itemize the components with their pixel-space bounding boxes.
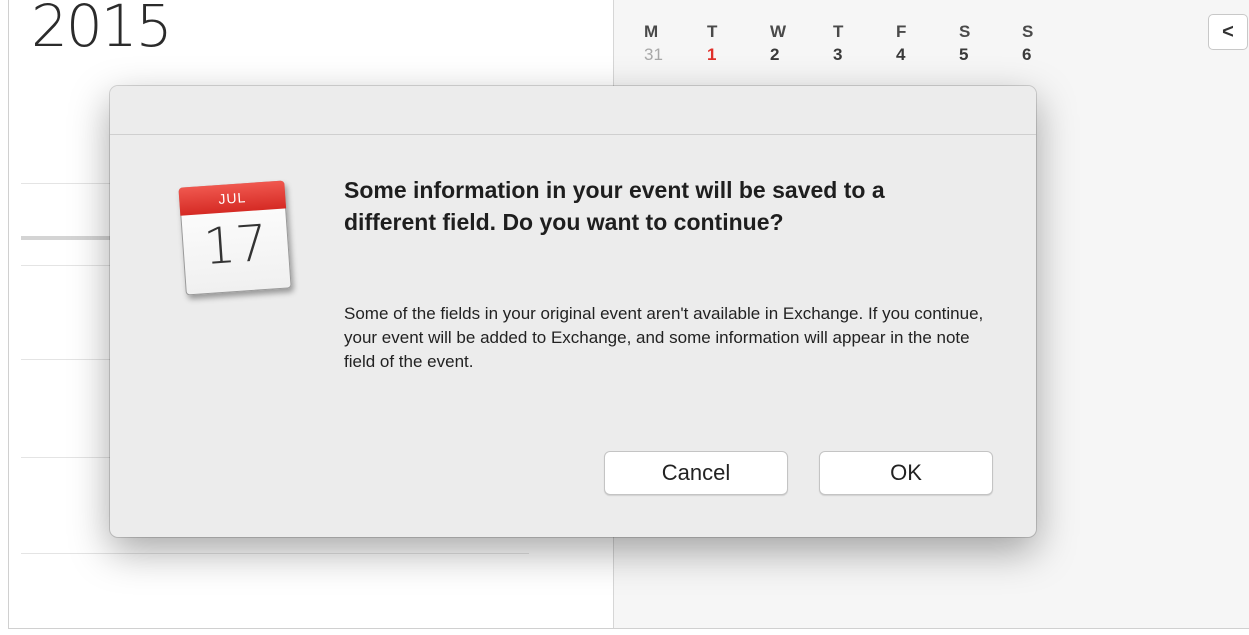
day-cell[interactable]: 6 bbox=[1016, 45, 1079, 68]
divider bbox=[21, 359, 119, 360]
dialog-message: Some of the fields in your original even… bbox=[344, 304, 984, 371]
day-cell[interactable]: 31 bbox=[638, 45, 701, 68]
ok-button[interactable]: OK bbox=[819, 451, 993, 495]
dialog-titlebar bbox=[110, 86, 1036, 135]
weekday-label: W bbox=[770, 22, 787, 41]
weekday-header-row: M T W T F S S bbox=[638, 22, 1079, 45]
divider bbox=[21, 183, 119, 184]
weekday-label: M bbox=[644, 22, 659, 41]
chevron-left-icon: < bbox=[1222, 20, 1234, 43]
weekday-label: S bbox=[1022, 22, 1034, 41]
calendar-app-icon: JUL 17 bbox=[172, 174, 298, 300]
weekday-label: S bbox=[959, 22, 971, 41]
weekday-label: F bbox=[896, 22, 907, 41]
dialog-title: Some information in your event will be s… bbox=[344, 177, 885, 235]
weekday-label: T bbox=[707, 22, 718, 41]
divider bbox=[21, 553, 529, 554]
year-heading: 2015 bbox=[31, 0, 173, 60]
divider bbox=[21, 457, 119, 458]
day-cell-today[interactable]: 1 bbox=[701, 45, 764, 68]
mini-calendar: M T W T F S S 31 1 2 3 4 5 6 bbox=[638, 22, 1079, 68]
cancel-button[interactable]: Cancel bbox=[604, 451, 788, 495]
day-cell[interactable]: 2 bbox=[764, 45, 827, 68]
icon-day: 17 bbox=[201, 213, 270, 277]
divider bbox=[21, 265, 119, 266]
weekday-label: T bbox=[833, 22, 844, 41]
week-row: 31 1 2 3 4 5 6 bbox=[638, 45, 1079, 68]
day-cell[interactable]: 4 bbox=[890, 45, 953, 68]
scroll-indicator bbox=[21, 236, 119, 240]
day-cell[interactable]: 3 bbox=[827, 45, 890, 68]
alert-dialog: JUL 17 Some information in your event wi… bbox=[110, 86, 1036, 537]
day-cell[interactable]: 5 bbox=[953, 45, 1016, 68]
previous-month-button[interactable]: < bbox=[1208, 14, 1248, 50]
